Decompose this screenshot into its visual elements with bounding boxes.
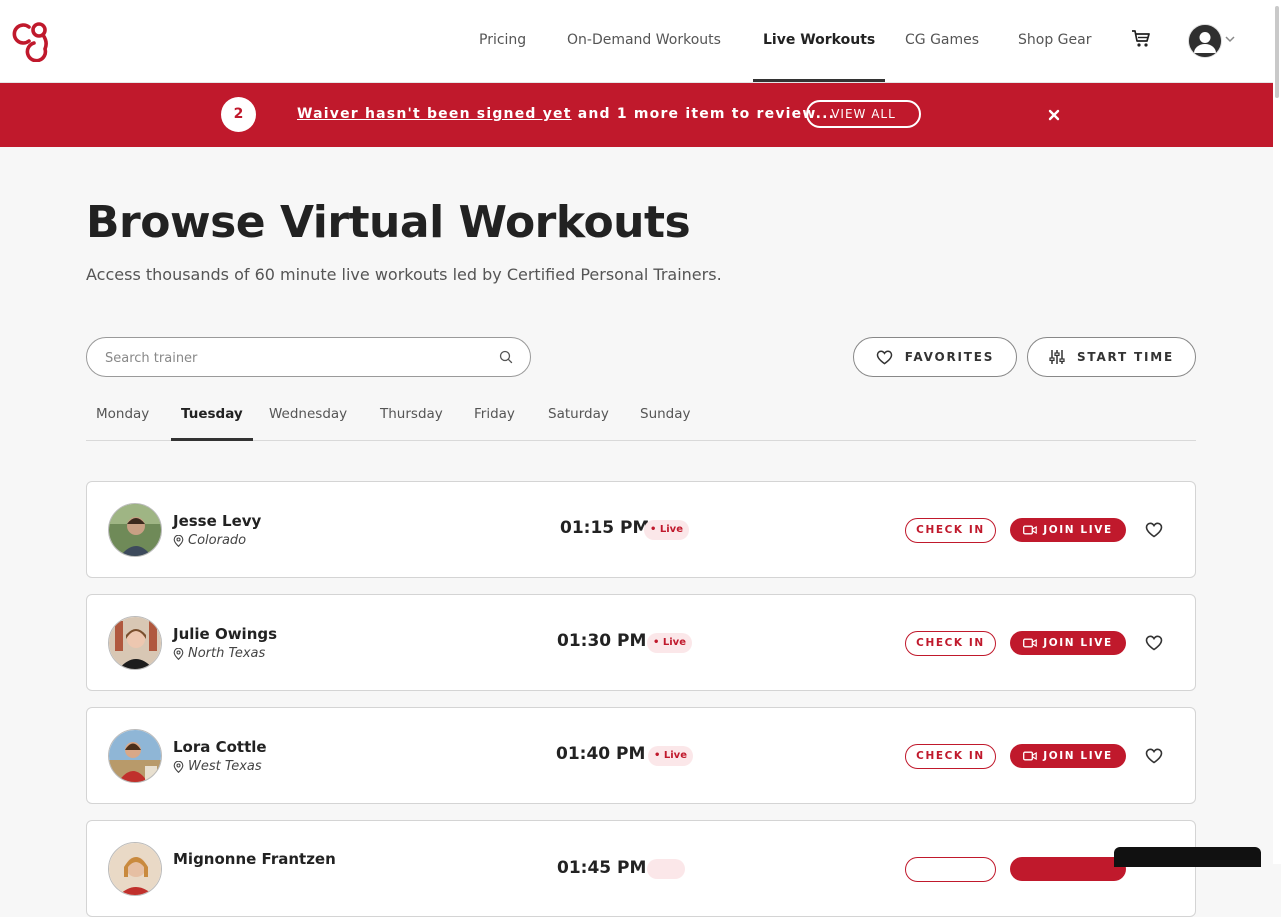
heart-icon (876, 349, 893, 364)
trainer-location-text: Colorado (188, 533, 247, 548)
chevron-down-icon[interactable] (1224, 33, 1236, 45)
trainer-name[interactable]: Julie Owings (173, 625, 277, 643)
search-input[interactable] (103, 346, 487, 370)
join-live-button[interactable] (1010, 857, 1126, 881)
live-badge (647, 859, 685, 879)
trainer-location-text: West Texas (188, 759, 262, 774)
top-nav-bar: Pricing On-Demand Workouts Live Workouts… (0, 0, 1273, 83)
join-live-label: JOIN LIVE (1043, 524, 1113, 536)
location-pin-icon (173, 760, 184, 773)
workout-time: 01:40 PM (556, 744, 646, 764)
favorite-heart-icon[interactable] (1145, 748, 1163, 764)
join-live-label: JOIN LIVE (1043, 637, 1113, 649)
check-in-button[interactable]: CHECK IN (905, 744, 996, 769)
trainer-location: North Texas (173, 646, 265, 661)
banner-message-rest: and 1 more item to review... (571, 106, 836, 122)
trainer-location: West Texas (173, 759, 262, 774)
notification-banner: 2 Waiver hasn't been signed yet and 1 mo… (0, 83, 1273, 147)
nav-live-workouts[interactable]: Live Workouts (752, 0, 886, 82)
nav-on-demand-workouts[interactable]: On-Demand Workouts (567, 0, 721, 82)
page-scrollbar[interactable] (1273, 0, 1281, 864)
video-camera-icon (1023, 751, 1038, 761)
search-icon[interactable] (499, 350, 513, 364)
tab-tuesday[interactable]: Tuesday (171, 396, 253, 441)
trainer-avatar[interactable] (108, 616, 162, 670)
trainer-avatar[interactable] (108, 842, 162, 896)
tab-wednesday[interactable]: Wednesday (269, 396, 347, 440)
scrollbar-thumb[interactable] (1275, 6, 1279, 98)
favorite-heart-icon[interactable] (1145, 522, 1163, 538)
tab-monday[interactable]: Monday (96, 396, 149, 440)
tab-saturday[interactable]: Saturday (548, 396, 609, 440)
cg-logo[interactable] (12, 18, 56, 62)
live-badge: • Live (644, 520, 689, 540)
trainer-name[interactable]: Jesse Levy (173, 512, 261, 530)
trainer-name[interactable]: Mignonne Frantzen (173, 850, 336, 868)
sliders-icon (1049, 350, 1065, 364)
trainer-avatar[interactable] (108, 729, 162, 783)
check-in-button[interactable]: CHECK IN (905, 518, 996, 543)
location-pin-icon (173, 534, 184, 547)
video-camera-icon (1023, 638, 1038, 648)
nav-cg-games[interactable]: CG Games (905, 0, 979, 82)
join-live-label: JOIN LIVE (1043, 750, 1113, 762)
page-subtitle: Access thousands of 60 minute live worko… (86, 265, 722, 284)
user-avatar-icon[interactable] (1188, 24, 1222, 58)
workout-card: Lora Cottle West Texas 01:40 PM • Live C… (86, 707, 1196, 804)
day-tabs: Monday Tuesday Wednesday Thursday Friday… (86, 396, 1196, 441)
favorite-heart-icon[interactable] (1145, 635, 1163, 651)
check-in-button[interactable] (905, 857, 996, 882)
workout-card: Julie Owings North Texas 01:30 PM • Live… (86, 594, 1196, 691)
start-time-filter-button[interactable]: START TIME (1027, 337, 1196, 377)
chat-widget-tab[interactable] (1114, 847, 1261, 867)
workout-time: 01:15 PM (560, 518, 650, 538)
close-icon[interactable] (1046, 107, 1062, 123)
workout-time: 01:30 PM (557, 631, 647, 651)
banner-message: Waiver hasn't been signed yet and 1 more… (297, 106, 835, 122)
check-in-button[interactable]: CHECK IN (905, 631, 996, 656)
page-title: Browse Virtual Workouts (86, 197, 691, 248)
nav-pricing[interactable]: Pricing (479, 0, 526, 82)
view-all-button[interactable]: VIEW ALL (806, 100, 921, 128)
video-camera-icon (1023, 525, 1038, 535)
start-time-label: START TIME (1076, 350, 1175, 364)
workout-time: 01:45 PM (557, 858, 647, 878)
favorites-button[interactable]: FAVORITES (853, 337, 1017, 377)
cart-icon[interactable] (1131, 29, 1151, 49)
favorites-label: FAVORITES (904, 350, 995, 364)
pending-items-badge: 2 (221, 97, 256, 132)
waiver-link[interactable]: Waiver hasn't been signed yet (297, 106, 572, 122)
join-live-button[interactable]: JOIN LIVE (1010, 744, 1126, 768)
trainer-name[interactable]: Lora Cottle (173, 738, 267, 756)
location-pin-icon (173, 647, 184, 660)
tab-sunday[interactable]: Sunday (640, 396, 691, 440)
join-live-button[interactable]: JOIN LIVE (1010, 518, 1126, 542)
trainer-location-text: North Texas (188, 646, 266, 661)
tab-friday[interactable]: Friday (474, 396, 515, 440)
trainer-avatar[interactable] (108, 503, 162, 557)
join-live-button[interactable]: JOIN LIVE (1010, 631, 1126, 655)
workout-card: Jesse Levy Colorado 01:15 PM • Live CHEC… (86, 481, 1196, 578)
live-badge: • Live (647, 633, 692, 653)
workout-card: Mignonne Frantzen 01:45 PM (86, 820, 1196, 917)
trainer-location: Colorado (173, 533, 246, 548)
nav-shop-gear[interactable]: Shop Gear (1018, 0, 1091, 82)
tab-thursday[interactable]: Thursday (380, 396, 443, 440)
live-badge: • Live (648, 746, 693, 766)
trainer-search (86, 337, 531, 377)
